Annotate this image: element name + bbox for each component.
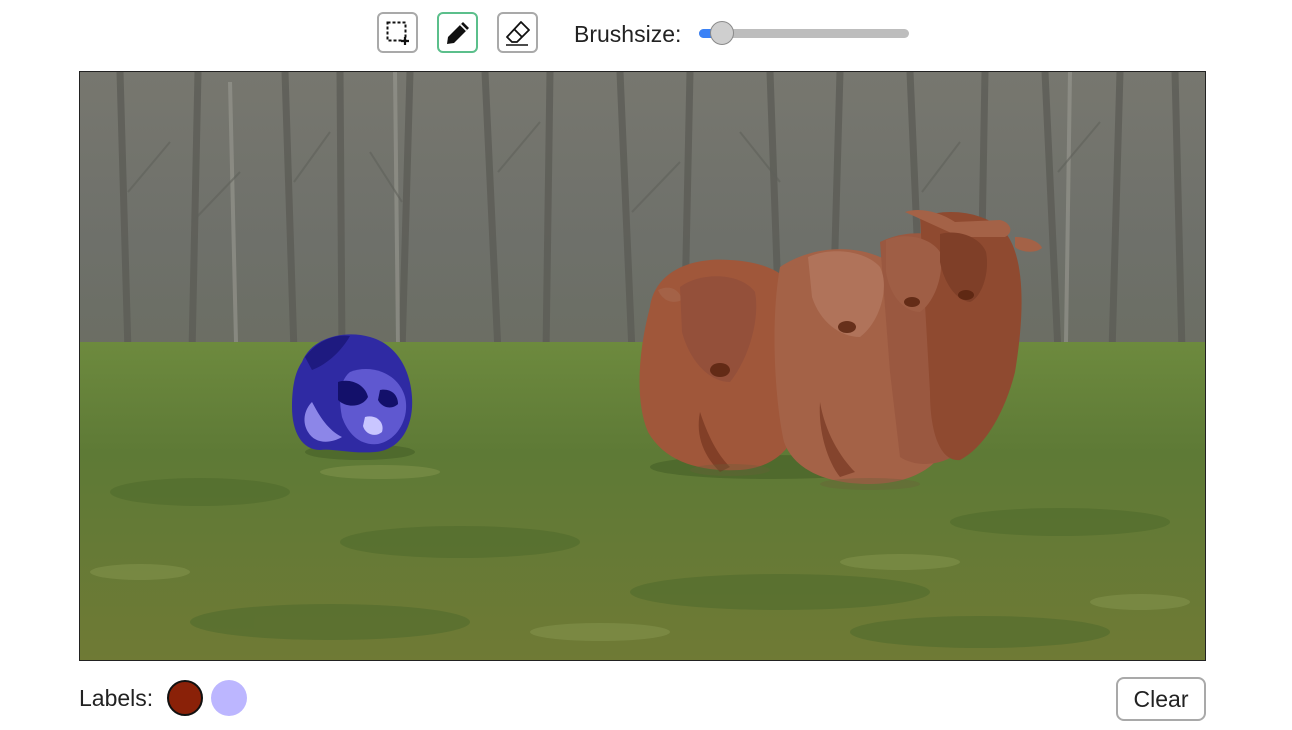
dog-mask	[292, 334, 413, 453]
field-image	[80, 72, 1205, 660]
pencil-icon	[446, 21, 469, 44]
label-swatch-2[interactable]	[211, 680, 248, 716]
brushsize-slider[interactable]	[699, 21, 911, 45]
clear-button[interactable]: Clear	[1116, 677, 1206, 721]
brush-tool-button[interactable]	[437, 12, 478, 53]
labels-label: Labels:	[79, 685, 154, 711]
select-tool-button[interactable]	[377, 12, 418, 53]
annotation-canvas[interactable]	[79, 71, 1206, 661]
labels-row: Labels:	[79, 678, 255, 718]
brushsize-label: Brushsize:	[574, 21, 682, 47]
eraser-tool-button[interactable]	[497, 12, 538, 53]
toolbar: Brushsize:	[0, 0, 1292, 68]
dashed-select-plus-icon	[386, 21, 409, 45]
slider-thumb[interactable]	[710, 21, 734, 45]
label-swatch-1[interactable]	[167, 680, 204, 716]
eraser-icon	[505, 20, 530, 46]
